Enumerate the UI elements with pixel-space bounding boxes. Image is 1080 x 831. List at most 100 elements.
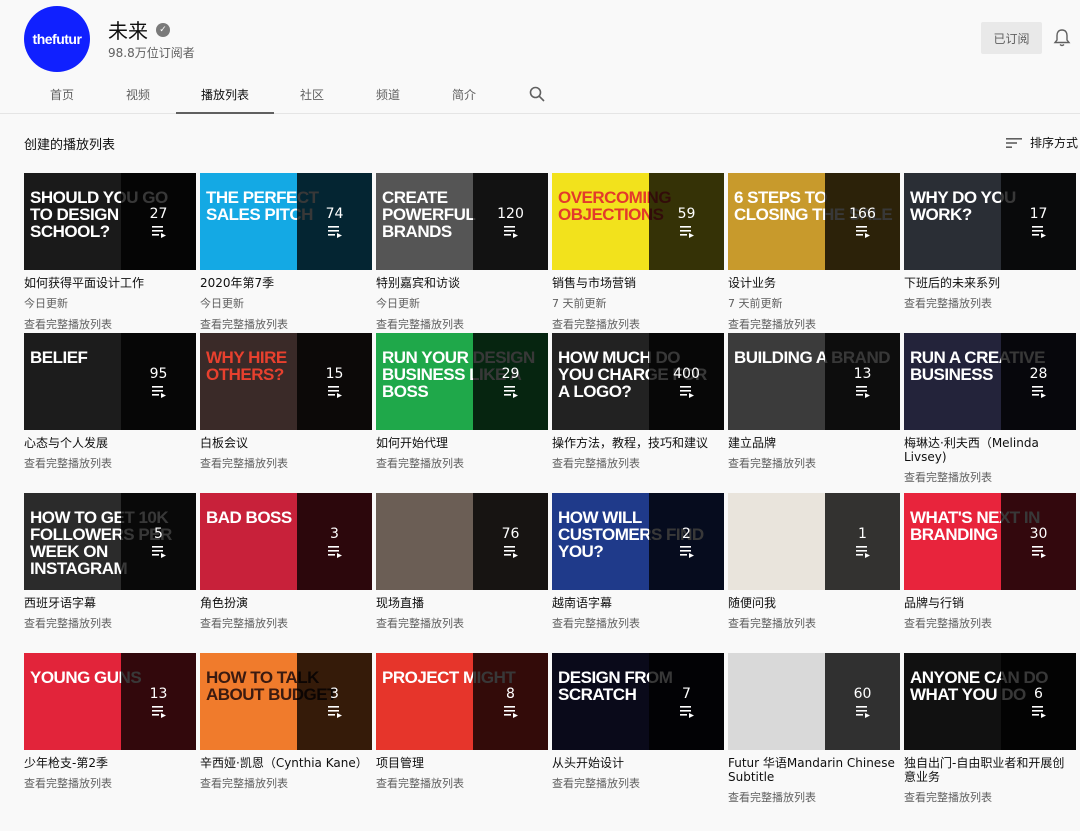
tab-channels[interactable]: 频道 [350, 74, 426, 114]
view-full-playlist-link[interactable]: 查看完整播放列表 [728, 789, 900, 805]
playlist-title[interactable]: 特别嘉宾和访谈 [376, 276, 548, 290]
view-full-playlist-link[interactable]: 查看完整播放列表 [24, 775, 196, 791]
playlist-title[interactable]: 少年枪支-第2季 [24, 756, 196, 770]
playlist-card[interactable]: Project might 8 项目管理 查看完整播放列表 [376, 653, 548, 813]
playlist-card[interactable]: Building a brand 13 建立品牌 查看完整播放列表 [728, 333, 900, 493]
tab-videos[interactable]: 视频 [100, 74, 176, 114]
playlist-thumbnail[interactable]: 6 steps to closing the sale 166 [728, 173, 900, 270]
playlist-card[interactable]: Should you go to design school? 27 如何获得平… [24, 173, 196, 333]
playlist-title[interactable]: 2020年第7季 [200, 276, 372, 290]
tab-community[interactable]: 社区 [274, 74, 350, 114]
playlist-title[interactable]: 白板会议 [200, 436, 372, 450]
playlist-thumbnail[interactable]: Belief 95 [24, 333, 196, 430]
playlist-thumbnail[interactable]: Young guns 13 [24, 653, 196, 750]
playlist-card[interactable]: Bad boss 3 角色扮演 查看完整播放列表 [200, 493, 372, 653]
playlist-title[interactable]: 建立品牌 [728, 436, 900, 450]
playlist-thumbnail[interactable]: Design from scratch 7 [552, 653, 724, 750]
view-full-playlist-link[interactable]: 查看完整播放列表 [904, 789, 1076, 805]
playlist-card[interactable]: Belief 95 心态与个人发展 查看完整播放列表 [24, 333, 196, 493]
playlist-card[interactable]: How will customers find you? 2 越南语字幕 查看完… [552, 493, 724, 653]
playlist-thumbnail[interactable]: The perfect sales pitch 74 [200, 173, 372, 270]
view-full-playlist-link[interactable]: 查看完整播放列表 [376, 775, 548, 791]
playlist-title[interactable]: 随便问我 [728, 596, 900, 610]
playlist-thumbnail[interactable]: 60 [728, 653, 900, 750]
playlist-card[interactable]: Run a creative business 28 梅琳达·利夫西（Melin… [904, 333, 1076, 493]
view-full-playlist-link[interactable]: 查看完整播放列表 [200, 316, 372, 332]
playlist-card[interactable]: Young guns 13 少年枪支-第2季 查看完整播放列表 [24, 653, 196, 813]
playlist-title[interactable]: Futur 华语Mandarin Chinese Subtitle [728, 756, 900, 784]
view-full-playlist-link[interactable]: 查看完整播放列表 [728, 316, 900, 332]
playlist-thumbnail[interactable]: Run your design business like a boss 29 [376, 333, 548, 430]
playlist-thumbnail[interactable]: 76 [376, 493, 548, 590]
bell-icon[interactable] [1053, 28, 1071, 48]
playlist-title[interactable]: 如何获得平面设计工作 [24, 276, 196, 290]
view-full-playlist-link[interactable]: 查看完整播放列表 [552, 455, 724, 471]
playlist-title[interactable]: 操作方法，教程，技巧和建议 [552, 436, 724, 450]
view-full-playlist-link[interactable]: 查看完整播放列表 [552, 615, 724, 631]
playlist-thumbnail[interactable]: How will customers find you? 2 [552, 493, 724, 590]
playlist-card[interactable]: 60 Futur 华语Mandarin Chinese Subtitle 查看完… [728, 653, 900, 813]
tab-home[interactable]: 首页 [24, 74, 100, 114]
playlist-title[interactable]: 心态与个人发展 [24, 436, 196, 450]
playlist-title[interactable]: 越南语字幕 [552, 596, 724, 610]
playlist-title[interactable]: 角色扮演 [200, 596, 372, 610]
view-full-playlist-link[interactable]: 查看完整播放列表 [552, 316, 724, 332]
view-full-playlist-link[interactable]: 查看完整播放列表 [376, 615, 548, 631]
playlist-thumbnail[interactable]: Building a brand 13 [728, 333, 900, 430]
playlist-card[interactable]: How much do you charge for a logo? 400 操… [552, 333, 724, 493]
playlist-title[interactable]: 现场直播 [376, 596, 548, 610]
playlist-card[interactable]: 1 随便问我 查看完整播放列表 [728, 493, 900, 653]
playlist-card[interactable]: The perfect sales pitch 74 2020年第7季 今日更新… [200, 173, 372, 333]
playlist-card[interactable]: Overcoming objections 59 销售与市场营销 7 天前更新 … [552, 173, 724, 333]
playlist-thumbnail[interactable]: Should you go to design school? 27 [24, 173, 196, 270]
sort-button[interactable]: 排序方式 [1006, 134, 1078, 151]
view-full-playlist-link[interactable]: 查看完整播放列表 [24, 455, 196, 471]
view-full-playlist-link[interactable]: 查看完整播放列表 [24, 316, 196, 332]
playlist-card[interactable]: Why hire others? 15 白板会议 查看完整播放列表 [200, 333, 372, 493]
playlist-title[interactable]: 销售与市场营销 [552, 276, 724, 290]
playlist-title[interactable]: 从头开始设计 [552, 756, 724, 770]
playlist-title[interactable]: 品牌与行销 [904, 596, 1076, 610]
playlist-card[interactable]: Design from scratch 7 从头开始设计 查看完整播放列表 [552, 653, 724, 813]
channel-avatar[interactable]: thefutur [24, 6, 90, 72]
playlist-thumbnail[interactable]: How to talk about budget 3 [200, 653, 372, 750]
view-full-playlist-link[interactable]: 查看完整播放列表 [200, 615, 372, 631]
playlist-title[interactable]: 独自出门-自由职业者和开展创意业务 [904, 756, 1076, 784]
playlist-thumbnail[interactable]: Why do you work? 17 [904, 173, 1076, 270]
playlist-card[interactable]: 6 steps to closing the sale 166 设计业务 7 天… [728, 173, 900, 333]
playlist-thumbnail[interactable]: Why hire others? 15 [200, 333, 372, 430]
playlist-thumbnail[interactable]: Bad boss 3 [200, 493, 372, 590]
view-full-playlist-link[interactable]: 查看完整播放列表 [200, 775, 372, 791]
playlist-thumbnail[interactable]: Project might 8 [376, 653, 548, 750]
view-full-playlist-link[interactable]: 查看完整播放列表 [728, 455, 900, 471]
playlist-title[interactable]: 西班牙语字幕 [24, 596, 196, 610]
view-full-playlist-link[interactable]: 查看完整播放列表 [376, 455, 548, 471]
view-full-playlist-link[interactable]: 查看完整播放列表 [728, 615, 900, 631]
playlist-thumbnail[interactable]: How much do you charge for a logo? 400 [552, 333, 724, 430]
playlist-thumbnail[interactable]: What's next in branding 30 [904, 493, 1076, 590]
playlist-thumbnail[interactable]: Overcoming objections 59 [552, 173, 724, 270]
playlist-card[interactable]: 76 现场直播 查看完整播放列表 [376, 493, 548, 653]
tab-playlists[interactable]: 播放列表 [176, 74, 274, 114]
playlist-card[interactable]: Anyone can do what you do 6 独自出门-自由职业者和开… [904, 653, 1076, 813]
playlist-title[interactable]: 辛西娅·凯恩（Cynthia Kane） [200, 756, 372, 770]
playlist-card[interactable]: Create powerful brands 120 特别嘉宾和访谈 今日更新 … [376, 173, 548, 333]
playlist-card[interactable]: What's next in branding 30 品牌与行销 查看完整播放列… [904, 493, 1076, 653]
playlist-title[interactable]: 项目管理 [376, 756, 548, 770]
playlist-card[interactable]: Run your design business like a boss 29 … [376, 333, 548, 493]
playlist-thumbnail[interactable]: Create powerful brands 120 [376, 173, 548, 270]
playlist-card[interactable]: How to talk about budget 3 辛西娅·凯恩（Cynthi… [200, 653, 372, 813]
view-full-playlist-link[interactable]: 查看完整播放列表 [376, 316, 548, 332]
playlist-card[interactable]: How to get 10k followers per week on Ins… [24, 493, 196, 653]
playlist-thumbnail[interactable]: Anyone can do what you do 6 [904, 653, 1076, 750]
subscribed-button[interactable]: 已订阅 [981, 22, 1042, 54]
view-full-playlist-link[interactable]: 查看完整播放列表 [24, 615, 196, 631]
search-icon[interactable] [522, 74, 552, 114]
playlist-title[interactable]: 梅琳达·利夫西（Melinda Livsey) [904, 436, 1076, 464]
view-full-playlist-link[interactable]: 查看完整播放列表 [552, 775, 724, 791]
tab-about[interactable]: 简介 [426, 74, 502, 114]
playlist-card[interactable]: Why do you work? 17 下班后的未来系列 查看完整播放列表 [904, 173, 1076, 333]
view-full-playlist-link[interactable]: 查看完整播放列表 [200, 455, 372, 471]
playlist-title[interactable]: 下班后的未来系列 [904, 276, 1076, 290]
playlist-title[interactable]: 如何开始代理 [376, 436, 548, 450]
